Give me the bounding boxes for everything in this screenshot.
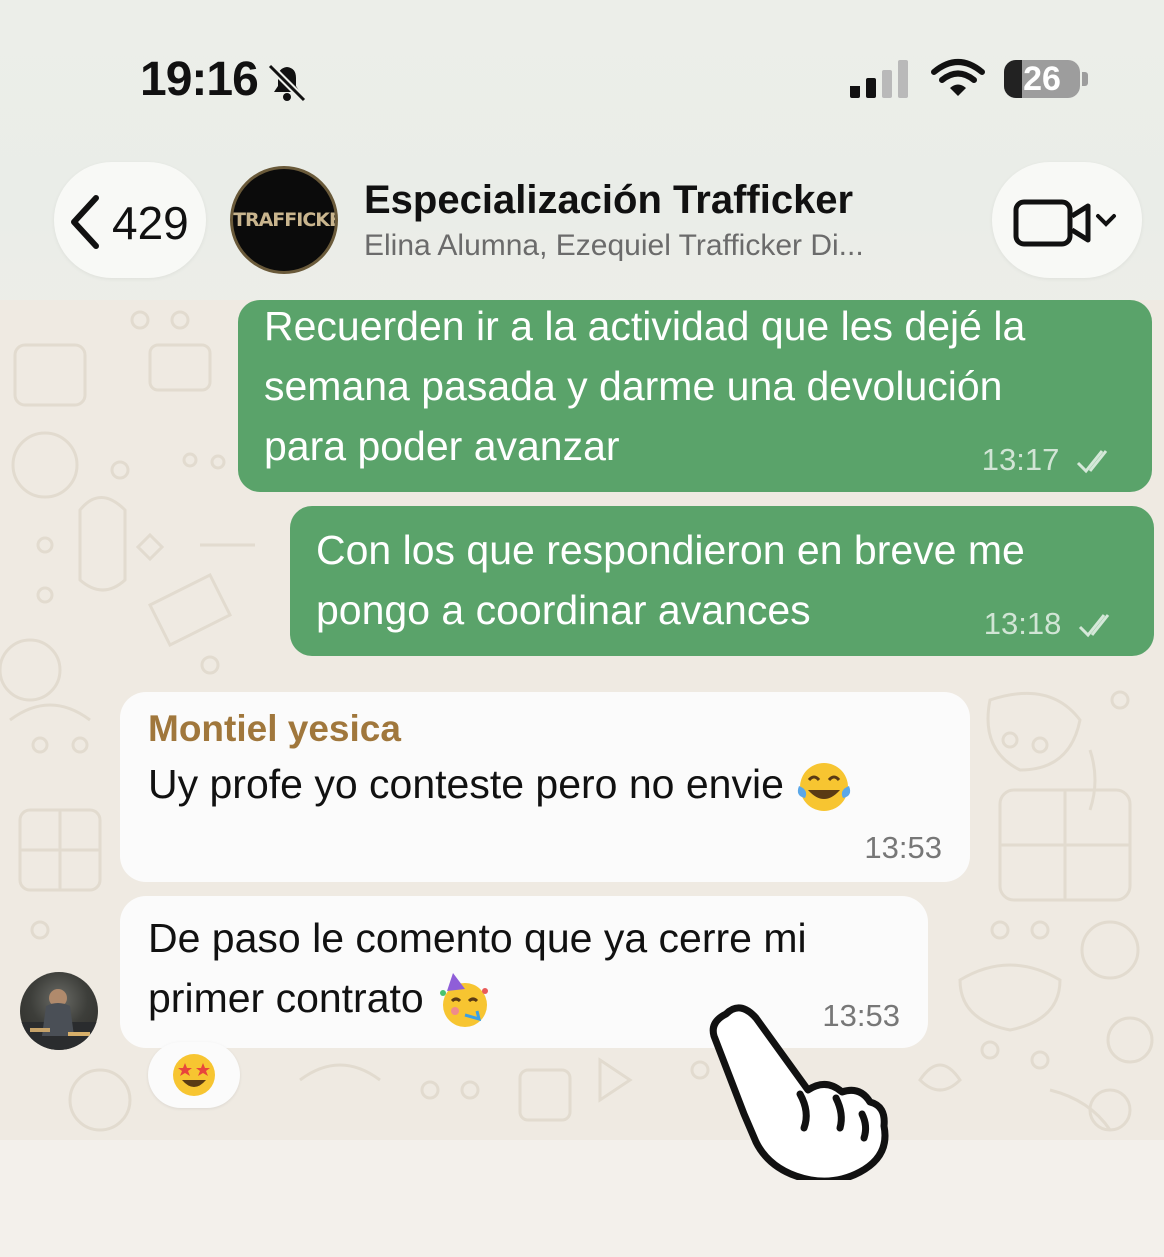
bell-slash-icon xyxy=(267,63,307,103)
message-time: 13:53 xyxy=(864,830,942,865)
message-bubble-outgoing[interactable]: Recuerden ir a la actividad que les dejé… xyxy=(238,300,1152,492)
battery-level xyxy=(1004,60,1022,98)
pointing-hand-cursor xyxy=(709,1004,889,1180)
chat-title[interactable]: Especialización Trafficker xyxy=(364,178,853,223)
wifi-icon xyxy=(931,59,985,96)
message-bubble-incoming[interactable]: Montiel yesica Uy profe yo conteste pero… xyxy=(120,692,970,882)
message-time: 13:18 xyxy=(983,606,1062,641)
message-text: primer contrato xyxy=(148,975,424,1021)
message-reaction[interactable] xyxy=(148,1042,240,1108)
double-check-icon xyxy=(1078,613,1110,638)
chat-screen: Recuerden ir a la actividad que les dejé… xyxy=(0,0,1164,1257)
unread-count[interactable]: 429 xyxy=(112,196,189,250)
star-struck-emoji xyxy=(173,1054,215,1096)
message-line: De paso le comento que ya cerre mi xyxy=(148,915,807,961)
chat-header: 19:16 26 429 TRAFFICK Especialización Tr… xyxy=(0,0,1164,300)
status-time: 19:16 xyxy=(140,53,259,106)
message-line: Con los que respondieron en breve me xyxy=(316,527,1025,573)
message-line: semana pasada y darme una devolución xyxy=(264,363,1003,409)
message-time: 13:17 xyxy=(981,442,1060,477)
message-bubble-outgoing[interactable]: Con los que respondieron en breve me pon… xyxy=(290,506,1154,656)
message-meta: 13:17 xyxy=(982,442,1118,478)
chevron-down-icon xyxy=(1096,214,1116,227)
message-line: Uy profe yo conteste pero no envie xyxy=(148,754,942,814)
sender-avatar[interactable] xyxy=(20,972,98,1050)
person-photo xyxy=(20,989,98,1050)
battery-tip xyxy=(1082,72,1088,86)
video-camera-icon[interactable] xyxy=(1012,194,1124,250)
partying-face-emoji xyxy=(440,973,489,1028)
chat-participants[interactable]: Elina Alumna, Ezequiel Trafficker Di... xyxy=(364,229,864,263)
bottom-area xyxy=(0,1140,1164,1257)
double-check-icon xyxy=(1076,449,1108,474)
message-text: Uy profe yo conteste pero no envie xyxy=(148,761,784,807)
battery-percent: 26 xyxy=(1023,60,1061,98)
signal-icon xyxy=(850,60,908,98)
message-meta: 13:18 xyxy=(984,606,1120,642)
tears-of-joy-emoji xyxy=(798,763,851,812)
chevron-left-icon[interactable] xyxy=(68,194,102,250)
group-avatar-text: TRAFFICKER xyxy=(233,209,335,231)
message-line: Recuerden ir a la actividad que les dejé… xyxy=(264,303,1026,349)
sender-name: Montiel yesica xyxy=(148,708,401,749)
battery-icon: 26 xyxy=(1004,60,1080,98)
group-avatar[interactable]: TRAFFICKER xyxy=(230,166,338,274)
